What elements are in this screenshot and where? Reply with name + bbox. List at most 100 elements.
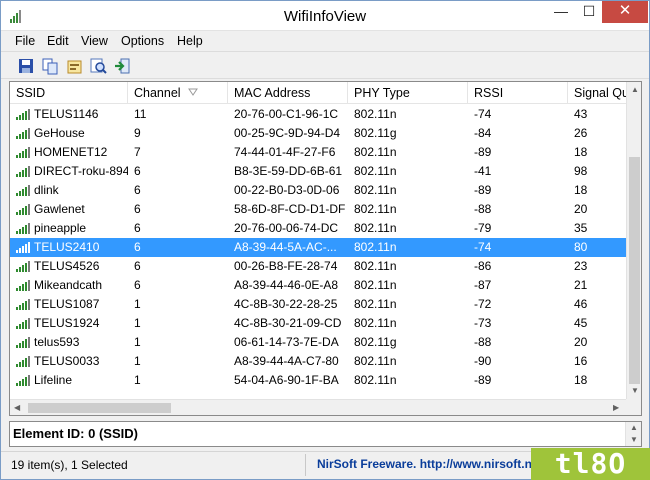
cell-channel: 11 bbox=[134, 107, 147, 121]
column-header-mac[interactable]: MAC Address bbox=[228, 82, 348, 103]
horizontal-scroll-thumb[interactable] bbox=[28, 403, 171, 413]
status-item-count: 19 item(s), 1 Selected bbox=[11, 458, 128, 472]
properties-icon[interactable] bbox=[65, 57, 83, 75]
title-bar[interactable]: WifiInfoView — ☐ ✕ bbox=[1, 1, 649, 31]
cell-rssi: -89 bbox=[474, 145, 492, 159]
cell-signal: 46 bbox=[574, 297, 588, 311]
cell-phy: 802.11n bbox=[354, 297, 397, 311]
cell-signal: 18 bbox=[574, 373, 588, 387]
cell-channel: 1 bbox=[134, 316, 141, 330]
find-icon[interactable] bbox=[89, 57, 107, 75]
exit-icon[interactable] bbox=[113, 57, 131, 75]
table-row[interactable]: TELUS0033 1 A8-39-44-4A-C7-80 802.11n -90 16 bbox=[10, 352, 626, 371]
table-row[interactable]: Gawlenet 6 58-6D-8F-CD-D1-DF 802.11n -88 20 bbox=[10, 200, 626, 219]
cell-rssi: -84 bbox=[474, 126, 492, 140]
cell-channel: 1 bbox=[134, 297, 141, 311]
cell-signal: 18 bbox=[574, 183, 588, 197]
table-row[interactable]: Lifeline 1 54-04-A6-90-1F-BA 802.11n -89 18 bbox=[10, 371, 626, 390]
cell-rssi: -90 bbox=[474, 354, 492, 368]
cell-signal: 20 bbox=[574, 202, 588, 216]
table-row[interactable]: dlink 6 00-22-B0-D3-0D-06 802.11n -89 18 bbox=[10, 181, 626, 200]
horizontal-scrollbar[interactable]: ◀ ▶ bbox=[10, 399, 626, 415]
cell-channel: 1 bbox=[134, 373, 141, 387]
cell-channel: 1 bbox=[134, 335, 141, 349]
table-row[interactable]: pineapple 6 20-76-00-06-74-DC 802.11n -79 35 bbox=[10, 219, 626, 238]
cell-phy: 802.11n bbox=[354, 354, 397, 368]
minimize-button[interactable]: — bbox=[547, 1, 575, 23]
cell-ssid: TELUS1146 bbox=[34, 107, 99, 121]
table-row[interactable]: TELUS4526 6 00-26-B8-FE-28-74 802.11n -86 23 bbox=[10, 257, 626, 276]
toolbar bbox=[1, 51, 649, 79]
cell-phy: 802.11n bbox=[354, 259, 397, 273]
network-list[interactable]: SSID Channel MAC Address PHY Type RSSI S… bbox=[9, 81, 642, 416]
table-row[interactable]: TELUS1087 1 4C-8B-30-22-28-25 802.11n -72 46 bbox=[10, 295, 626, 314]
vertical-scrollbar[interactable]: ▲ ▼ bbox=[626, 82, 641, 399]
column-header-rssi[interactable]: RSSI bbox=[468, 82, 568, 103]
cell-mac: A8-39-44-4A-C7-80 bbox=[234, 354, 339, 368]
nirsoft-link[interactable]: NirSoft Freeware. http://www.nirsoft.net bbox=[317, 457, 531, 471]
cell-phy: 802.11n bbox=[354, 202, 397, 216]
table-row-selected[interactable]: TELUS2410 6 A8-39-44-5A-AC-... 802.11n -74 80 bbox=[10, 238, 626, 257]
cell-channel: 6 bbox=[134, 259, 141, 273]
cell-rssi: -74 bbox=[474, 107, 492, 121]
cell-mac: 00-25-9C-9D-94-D4 bbox=[234, 126, 341, 140]
scroll-down-icon[interactable]: ▼ bbox=[631, 386, 639, 395]
cell-mac: 00-22-B0-D3-0D-06 bbox=[234, 183, 340, 197]
details-scroll-down-icon[interactable]: ▼ bbox=[630, 435, 638, 444]
signal-strength-icon bbox=[16, 337, 30, 348]
scrollbar-corner bbox=[626, 399, 641, 415]
column-header-phy[interactable]: PHY Type bbox=[348, 82, 468, 103]
table-row[interactable]: GeHouse 9 00-25-9C-9D-94-D4 802.11g -84 26 bbox=[10, 124, 626, 143]
table-row[interactable]: Mikeandcath 6 A8-39-44-46-0E-A8 802.11n -87 2… bbox=[10, 276, 626, 295]
cell-phy: 802.11n bbox=[354, 183, 397, 197]
element-details-pane[interactable]: Element ID: 0 (SSID) ▲ ▼ bbox=[9, 421, 642, 447]
details-scrollbar[interactable]: ▲ ▼ bbox=[625, 422, 641, 446]
cell-ssid: GeHouse bbox=[34, 126, 85, 140]
cell-channel: 1 bbox=[134, 354, 141, 368]
cell-mac: A8-39-44-5A-AC-... bbox=[234, 240, 337, 254]
cell-mac: 4C-8B-30-22-28-25 bbox=[234, 297, 338, 311]
cell-phy: 802.11g bbox=[354, 126, 397, 140]
cell-channel: 6 bbox=[134, 221, 141, 235]
table-row[interactable]: DIRECT-roku-894 6 B8-3E-59-DD-6B-61 802.11n… bbox=[10, 162, 626, 181]
menu-file[interactable]: File bbox=[15, 34, 35, 48]
signal-strength-icon bbox=[16, 261, 30, 272]
scroll-up-icon[interactable]: ▲ bbox=[631, 85, 639, 94]
details-scroll-up-icon[interactable]: ▲ bbox=[630, 423, 638, 432]
cell-ssid: TELUS0033 bbox=[34, 354, 100, 368]
save-icon[interactable] bbox=[17, 57, 35, 75]
cell-ssid: Mikeandcath bbox=[34, 278, 103, 292]
copy-icon[interactable] bbox=[41, 57, 59, 75]
signal-strength-icon bbox=[16, 375, 30, 386]
cell-rssi: -89 bbox=[474, 183, 492, 197]
scroll-right-icon[interactable]: ▶ bbox=[613, 403, 619, 412]
menu-edit[interactable]: Edit bbox=[47, 34, 69, 48]
cell-channel: 6 bbox=[134, 183, 141, 197]
column-header-channel[interactable]: Channel bbox=[128, 82, 228, 103]
cell-channel: 6 bbox=[134, 240, 141, 254]
table-row[interactable]: TELUS1146 11 20-76-00-C1-96-1C 802.11n -74 43 bbox=[10, 105, 626, 124]
cell-phy: 802.11n bbox=[354, 316, 397, 330]
cell-signal: 21 bbox=[574, 278, 588, 292]
table-row[interactable]: TELUS1924 1 4C-8B-30-21-09-CD 802.11n -73 45 bbox=[10, 314, 626, 333]
signal-strength-icon bbox=[16, 166, 30, 177]
cell-mac: 20-76-00-06-74-DC bbox=[234, 221, 339, 235]
close-button[interactable]: ✕ bbox=[602, 1, 648, 23]
cell-rssi: -41 bbox=[474, 164, 492, 178]
column-header-channel-label: Channel bbox=[134, 86, 181, 100]
maximize-button[interactable]: ☐ bbox=[575, 1, 603, 23]
scroll-left-icon[interactable]: ◀ bbox=[14, 403, 20, 412]
cell-signal: 80 bbox=[574, 240, 588, 254]
cell-phy: 802.11g bbox=[354, 335, 397, 349]
table-row[interactable]: telus593 1 06-61-14-73-7E-DA 802.11g -88 20 bbox=[10, 333, 626, 352]
menu-options[interactable]: Options bbox=[121, 34, 164, 48]
column-header-ssid[interactable]: SSID bbox=[10, 82, 128, 103]
cell-rssi: -89 bbox=[474, 373, 492, 387]
menu-view[interactable]: View bbox=[81, 34, 108, 48]
vertical-scroll-thumb[interactable] bbox=[629, 157, 640, 384]
table-row[interactable]: HOMENET12 7 74-44-01-4F-27-F6 802.11n -89 18 bbox=[10, 143, 626, 162]
cell-phy: 802.11n bbox=[354, 221, 397, 235]
cell-phy: 802.11n bbox=[354, 164, 397, 178]
menu-help[interactable]: Help bbox=[177, 34, 203, 48]
column-header-signal[interactable]: Signal Qu bbox=[568, 82, 626, 103]
